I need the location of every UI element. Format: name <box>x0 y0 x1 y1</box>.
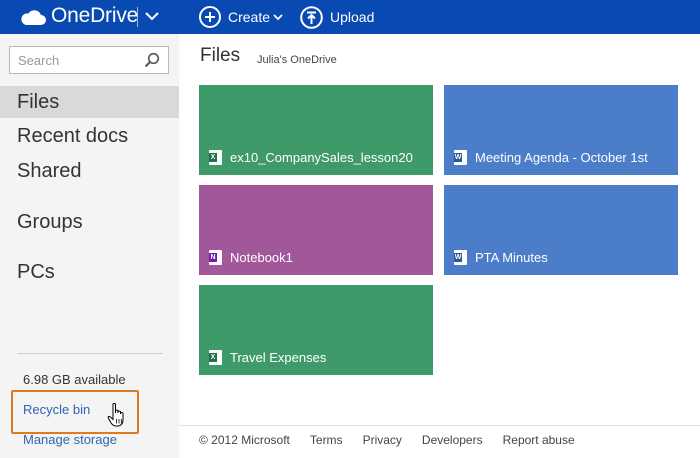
create-label: Create <box>228 9 271 25</box>
footer-link-terms[interactable]: Terms <box>310 433 343 447</box>
onenote-file-icon: N <box>209 250 222 265</box>
file-tile[interactable]: X Travel Expenses <box>199 285 433 375</box>
footer: © 2012 Microsoft Terms Privacy Developer… <box>199 433 575 447</box>
top-bar: OneDrive Create Upload <box>0 0 700 34</box>
chevron-down-icon <box>273 14 283 21</box>
word-file-icon: W <box>454 250 467 265</box>
sidebar-item-pcs[interactable]: PCs <box>0 256 179 288</box>
file-name: ex10_CompanySales_lesson20 <box>230 150 413 165</box>
upload-button[interactable]: Upload <box>300 0 374 34</box>
footer-link-developers[interactable]: Developers <box>422 433 483 447</box>
search-box <box>9 46 169 74</box>
manage-storage-link[interactable]: Manage storage <box>23 432 117 447</box>
sidebar-item-recent-docs[interactable]: Recent docs <box>0 120 179 152</box>
page-title: Files <box>200 45 241 66</box>
cloud-icon <box>21 10 46 25</box>
search-input[interactable] <box>10 47 140 73</box>
file-tile[interactable]: X ex10_CompanySales_lesson20 <box>199 85 433 175</box>
excel-file-icon: X <box>209 150 222 165</box>
chevron-down-icon[interactable] <box>144 8 160 24</box>
sidebar-item-shared[interactable]: Shared <box>0 155 179 187</box>
file-name: PTA Minutes <box>475 250 548 265</box>
sidebar-item-groups[interactable]: Groups <box>0 206 179 238</box>
upload-icon <box>300 5 323 29</box>
file-tile[interactable]: W PTA Minutes <box>444 185 678 275</box>
search-icon[interactable] <box>144 52 160 68</box>
file-name: Travel Expenses <box>230 350 327 365</box>
file-tile[interactable]: N Notebook1 <box>199 185 433 275</box>
copyright: © 2012 Microsoft <box>199 433 290 447</box>
excel-file-icon: X <box>209 350 222 365</box>
footer-divider <box>179 425 700 426</box>
sidebar-divider <box>17 353 163 354</box>
file-name: Meeting Agenda - October 1st <box>475 150 648 165</box>
hand-cursor-icon <box>107 403 124 427</box>
sidebar-item-files[interactable]: Files <box>0 86 179 118</box>
page-subtitle: Julia's OneDrive <box>257 54 337 66</box>
storage-available: 6.98 GB available <box>23 372 126 387</box>
brand-divider <box>137 7 138 27</box>
upload-label: Upload <box>330 9 375 25</box>
word-file-icon: W <box>454 150 467 165</box>
footer-link-privacy[interactable]: Privacy <box>363 433 402 447</box>
create-button[interactable]: Create <box>199 0 283 34</box>
sidebar: Files Recent docs Shared Groups PCs 6.98… <box>0 34 179 458</box>
app-name: OneDrive <box>51 4 139 27</box>
plus-circle-icon <box>199 6 221 28</box>
footer-link-report-abuse[interactable]: Report abuse <box>503 433 575 447</box>
file-tile[interactable]: W Meeting Agenda - October 1st <box>444 85 678 175</box>
file-name: Notebook1 <box>230 250 293 265</box>
